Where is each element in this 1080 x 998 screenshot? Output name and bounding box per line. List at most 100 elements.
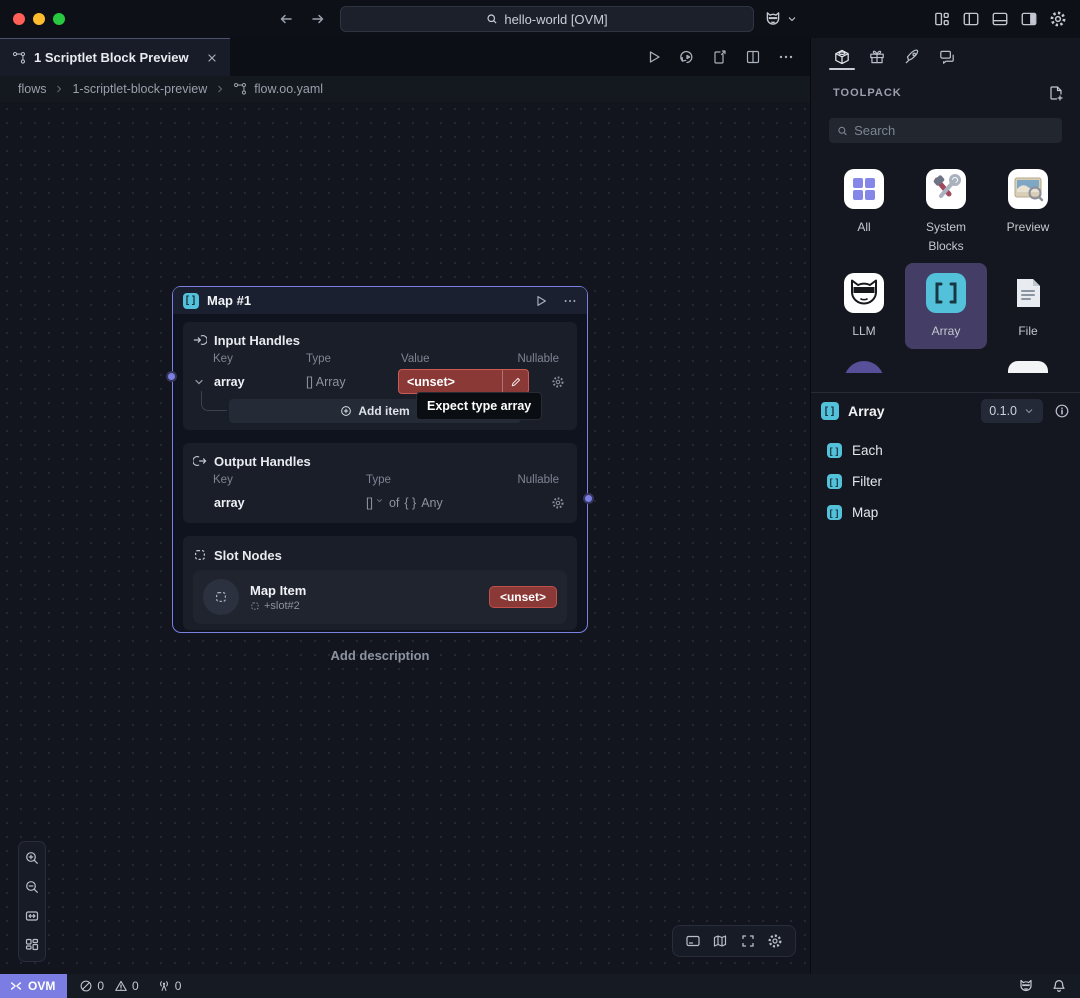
console-panel-icon[interactable] [685,933,701,949]
slot-dashed-square-icon [193,548,207,562]
close-window-button[interactable] [13,13,25,25]
search-value: hello-world [OVM] [504,12,607,27]
tab-chat[interactable] [936,38,958,76]
toolpack-item-array[interactable]: Array [905,263,987,349]
col-key: Key [213,353,233,365]
system-blocks-icon [926,169,966,209]
zoom-in-icon[interactable] [21,847,43,869]
broadcast-icon [157,979,171,993]
breadcrumb-item-folder[interactable]: 1-scriptlet-block-preview [72,82,207,96]
list-item-filter[interactable]: [ ] Filter [811,466,1080,497]
toolpack-item-cropped-icon[interactable] [1008,361,1048,373]
rerun-icon[interactable] [679,49,695,65]
toggle-sidebar-left-icon[interactable] [962,10,980,28]
tab-title: 1 Scriptlet Block Preview [34,50,189,65]
input-arrow-icon [193,333,207,347]
node-more-icon[interactable] [563,294,577,308]
run-node-icon[interactable] [534,294,548,308]
assistant-menu[interactable] [764,0,798,38]
new-toolpack-file-icon[interactable] [1048,85,1064,101]
assistant-cat-icon[interactable] [1018,978,1034,994]
canvas-settings-gear-icon[interactable] [767,933,783,949]
ports-indicator[interactable]: 0 [157,979,182,993]
more-actions-icon[interactable] [778,49,794,65]
output-arrow-icon [193,454,207,468]
notifications-bell-icon[interactable] [1051,978,1067,994]
flow-icon [12,51,26,65]
run-flow-icon[interactable] [646,49,662,65]
expand-chevron-icon[interactable] [193,376,205,388]
export-file-icon[interactable] [712,49,728,65]
slot-unset-badge[interactable]: <unset> [489,586,557,608]
back-icon[interactable] [278,11,294,27]
chevron-down-icon [1023,405,1035,417]
maximize-window-button[interactable] [53,13,65,25]
slot-node-map-item[interactable]: Map Item +slot#2 <unset> [193,570,567,624]
output-type[interactable]: [] of { } Any [366,496,443,510]
close-tab-icon[interactable] [206,52,218,64]
input-value-field[interactable]: <unset> [398,369,529,394]
col-type: Type [306,353,331,365]
info-icon[interactable] [1054,403,1070,419]
remote-label: OVM [28,979,55,993]
version-select[interactable]: 0.1.0 [981,399,1043,423]
minimize-window-button[interactable] [33,13,45,25]
remote-icon [9,979,23,993]
split-editor-icon[interactable] [745,49,761,65]
toolpack-item-cropped-icon[interactable] [926,361,966,373]
command-center-search[interactable]: hello-world [OVM] [340,6,754,32]
array-brackets-icon [926,273,966,313]
breadcrumb-item-flows[interactable]: flows [18,82,46,96]
list-item-map[interactable]: [ ] Map [811,497,1080,528]
tab-scriptlet-block-preview[interactable]: 1 Scriptlet Block Preview [0,38,230,76]
input-key: array [214,375,245,389]
remote-indicator[interactable]: OVM [0,974,67,998]
forward-icon[interactable] [310,11,326,27]
list-item-each[interactable]: [ ] Each [811,435,1080,466]
add-description-button[interactable]: Add description [172,648,588,663]
all-blocks-icon [844,169,884,209]
file-doc-icon [1008,273,1048,313]
tab-toolpack[interactable] [831,38,853,76]
breadcrumb-item-file[interactable]: flow.oo.yaml [254,82,323,96]
unset-value: <unset> [399,375,502,389]
toolpack-item-system-blocks[interactable]: System Blocks [905,159,987,263]
input-settings-gear-icon[interactable] [551,375,565,389]
customize-layout-icon[interactable] [933,10,951,28]
toggle-panel-icon[interactable] [991,10,1009,28]
output-handles-title: Output Handles [214,454,311,469]
array-brackets-icon: [ ] [827,443,842,458]
errors-icon [79,979,93,993]
toolpack-item-cropped-icon[interactable] [844,361,884,373]
array-brackets-icon: [ ] [827,474,842,489]
toolpack-search[interactable] [829,118,1062,143]
validation-tooltip: Expect type array [416,392,542,420]
output-settings-gear-icon[interactable] [551,496,565,510]
toggle-sidebar-right-icon[interactable] [1020,10,1038,28]
input-connection-handle[interactable] [166,371,177,382]
edit-pencil-icon[interactable] [502,370,528,393]
output-connection-handle[interactable] [583,493,594,504]
col-value: Value [401,353,430,365]
tab-marketplace[interactable] [866,38,888,76]
toolpack-item-file[interactable]: File [987,263,1069,349]
settings-gear-icon[interactable] [1049,10,1067,28]
fit-view-icon[interactable] [21,905,43,927]
output-key: array [214,496,245,510]
node-header[interactable]: [ ] Map #1 [173,287,587,314]
titlebar: hello-world [OVM] [0,0,1080,38]
tab-deploy[interactable] [901,38,923,76]
problems-indicator[interactable]: 0 0 [79,979,138,993]
flow-canvas[interactable]: [ ] Map #1 Input Handles [0,102,810,974]
node-map-1[interactable]: [ ] Map #1 Input Handles [172,286,588,633]
auto-layout-icon[interactable] [21,934,43,956]
minimap-icon[interactable] [712,933,728,949]
fullscreen-icon[interactable] [740,933,756,949]
tab-bar: 1 Scriptlet Block Preview [0,38,810,76]
chevron-right-icon [214,83,226,95]
toolpack-search-input[interactable] [854,123,1054,138]
toolpack-item-llm[interactable]: LLM [823,263,905,349]
zoom-out-icon[interactable] [21,876,43,898]
toolpack-item-preview[interactable]: Preview [987,159,1069,263]
toolpack-item-all[interactable]: All [823,159,905,263]
